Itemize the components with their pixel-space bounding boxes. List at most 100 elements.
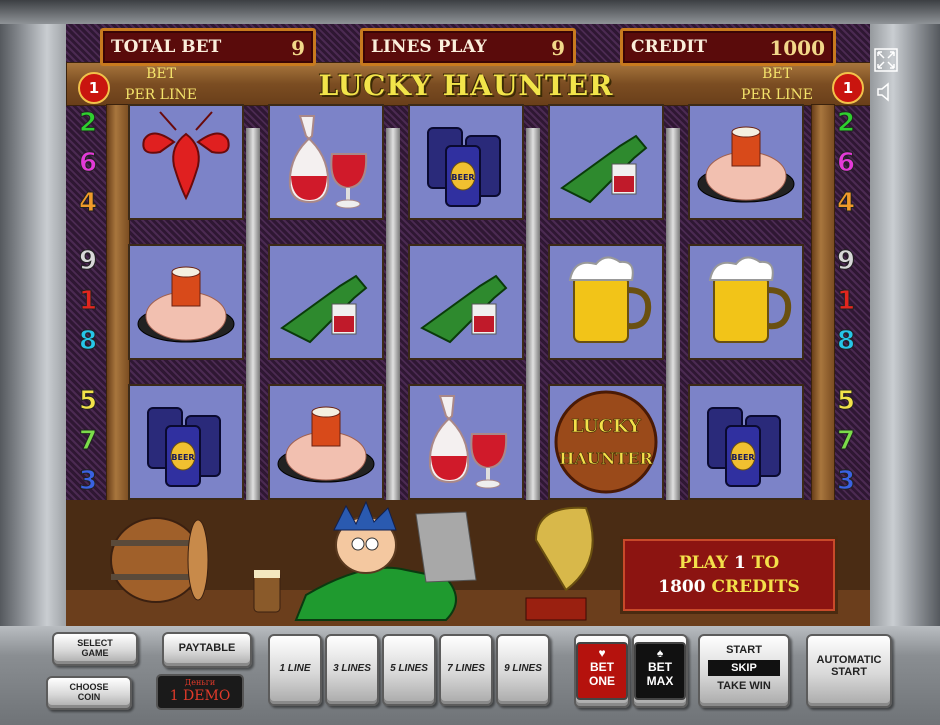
wine-bottle-icon [280, 274, 368, 344]
lucky-haunter-logo-icon: LUCKY HAUNTER [554, 390, 658, 494]
reel-cell [548, 104, 664, 220]
demo-label: 1 DEMO [169, 688, 231, 704]
heart-icon: ♥ [598, 646, 606, 660]
bet-per-line-left-value: 1 [78, 72, 110, 104]
total-bet-value: 9 [291, 36, 305, 60]
beer-mug-icon [708, 256, 792, 343]
lobster-icon [142, 111, 230, 201]
start-skip-takewin-button[interactable]: START SKIP TAKE WIN [698, 634, 790, 708]
reel-separator [526, 128, 540, 528]
reel-separator [386, 128, 400, 528]
svg-text:BEER: BEER [731, 453, 754, 462]
line-number: 3 [836, 466, 856, 497]
fullscreen-icon[interactable] [874, 48, 898, 72]
reel-separator [246, 128, 260, 528]
credit-value: 1000 [769, 36, 825, 60]
reel-cell [268, 104, 384, 220]
take-win-label: TAKE WIN [717, 680, 771, 692]
line-number: 6 [78, 148, 98, 179]
line-number: 4 [78, 188, 98, 219]
lines-play-label: LINES PLAY [371, 37, 487, 57]
line-3-button[interactable]: 3 LINES [325, 634, 379, 706]
line-1-button[interactable]: 1 LINE [268, 634, 322, 706]
automatic-start-button[interactable]: AUTOMATIC START [806, 634, 892, 708]
reel-separator [666, 128, 680, 528]
beer-cans-icon: BEER [147, 407, 221, 487]
bet-per-line-right-value: 1 [832, 72, 864, 104]
sound-icon[interactable] [874, 80, 898, 104]
line-5-button[interactable]: 5 LINES [382, 634, 436, 706]
line-number: 8 [836, 326, 856, 357]
left-post [106, 104, 130, 526]
wine-carafe-icon [428, 395, 508, 489]
svg-text:HAUNTER: HAUNTER [559, 449, 653, 468]
reel-cell: BEER [688, 384, 804, 500]
lines-play-display: LINES PLAY 9 [360, 28, 576, 66]
play-to: TO [745, 553, 780, 573]
play-info-box: PLAY 1 TO 1800 CREDITS [620, 536, 838, 614]
automatic-start-label: START [831, 666, 867, 678]
reel-cell: BEER [128, 384, 244, 500]
select-game-label-1: SELECT [77, 638, 113, 648]
select-game-label-2: GAME [81, 648, 109, 658]
reel-cell [268, 384, 384, 500]
play-line-2: 1800 CREDITS [623, 577, 835, 597]
beer-cans-icon: BEER [707, 407, 781, 487]
total-bet-display: TOTAL BET 9 [100, 28, 316, 66]
choose-coin-label-2: COIN [77, 692, 101, 702]
play-max: 1800 [658, 577, 706, 597]
bet-per-line-right: BET PER LINE [732, 64, 822, 106]
beer-cans-icon: BEER [427, 127, 501, 207]
reel-cell [268, 244, 384, 360]
choose-coin-button[interactable]: CHOOSE COIN [46, 676, 132, 710]
select-game-button[interactable]: SELECT GAME [52, 632, 138, 666]
credit-label: CREDIT [631, 37, 707, 57]
wine-bottle-icon [560, 134, 648, 204]
line-number: 2 [78, 108, 98, 139]
line-number: 1 [836, 286, 856, 317]
bet-per-line-right-label-1: BET [762, 66, 792, 82]
game-title: LUCKY HAUNTER [318, 69, 614, 102]
barrel-icon [110, 517, 209, 603]
line-7-button[interactable]: 7 LINES [439, 634, 493, 706]
line-9-button[interactable]: 9 LINES [496, 634, 550, 706]
reel-cell [408, 384, 524, 500]
reel-cell [128, 244, 244, 360]
reel-cell [688, 104, 804, 220]
lines-play-value: 9 [551, 36, 565, 60]
reel-cell [128, 104, 244, 220]
bet-max-label-2: MAX [646, 674, 674, 688]
bet-one-label-2: ONE [588, 674, 615, 688]
line-number: 2 [836, 108, 856, 139]
wine-bottle-icon [420, 274, 508, 344]
line-number: 3 [78, 466, 98, 497]
bet-per-line-left: BET PER LINE [116, 64, 206, 106]
bet-per-line-left-label-2: PER LINE [125, 87, 197, 103]
line-number: 7 [836, 426, 856, 457]
reel-cell: LUCKY HAUNTER [548, 384, 664, 500]
wine-carafe-icon [288, 115, 368, 209]
bet-one-label-1: BET [590, 660, 614, 674]
line-number: 7 [78, 426, 98, 457]
reel-cell: BEER [408, 104, 524, 220]
automatic-label: AUTOMATIC [816, 654, 882, 666]
svg-text:BEER: BEER [451, 173, 474, 182]
line-number: 1 [78, 286, 98, 317]
reel-cell [548, 244, 664, 360]
bet-one-button[interactable]: ♥ BET ONE [574, 634, 630, 708]
shrimp-plate-icon [137, 266, 235, 343]
line-number: 4 [836, 188, 856, 219]
credit-display: CREDIT 1000 [620, 28, 836, 66]
total-bet-label: TOTAL BET [111, 37, 222, 57]
demo-small-label: Деньги [184, 678, 216, 687]
play-credits: CREDITS [705, 577, 800, 597]
bet-max-button[interactable]: ♠ BET MAX [632, 634, 688, 708]
paytable-button[interactable]: PAYTABLE [162, 632, 252, 668]
shrimp-plate-icon [277, 406, 375, 483]
bet-max-label-1: BET [648, 660, 672, 674]
bet-max-face: ♠ BET MAX [634, 642, 686, 700]
play-min: 1 [733, 553, 746, 573]
reel-cell [688, 244, 804, 360]
svg-text:BEER: BEER [171, 453, 194, 462]
svg-text:LUCKY: LUCKY [571, 416, 642, 437]
